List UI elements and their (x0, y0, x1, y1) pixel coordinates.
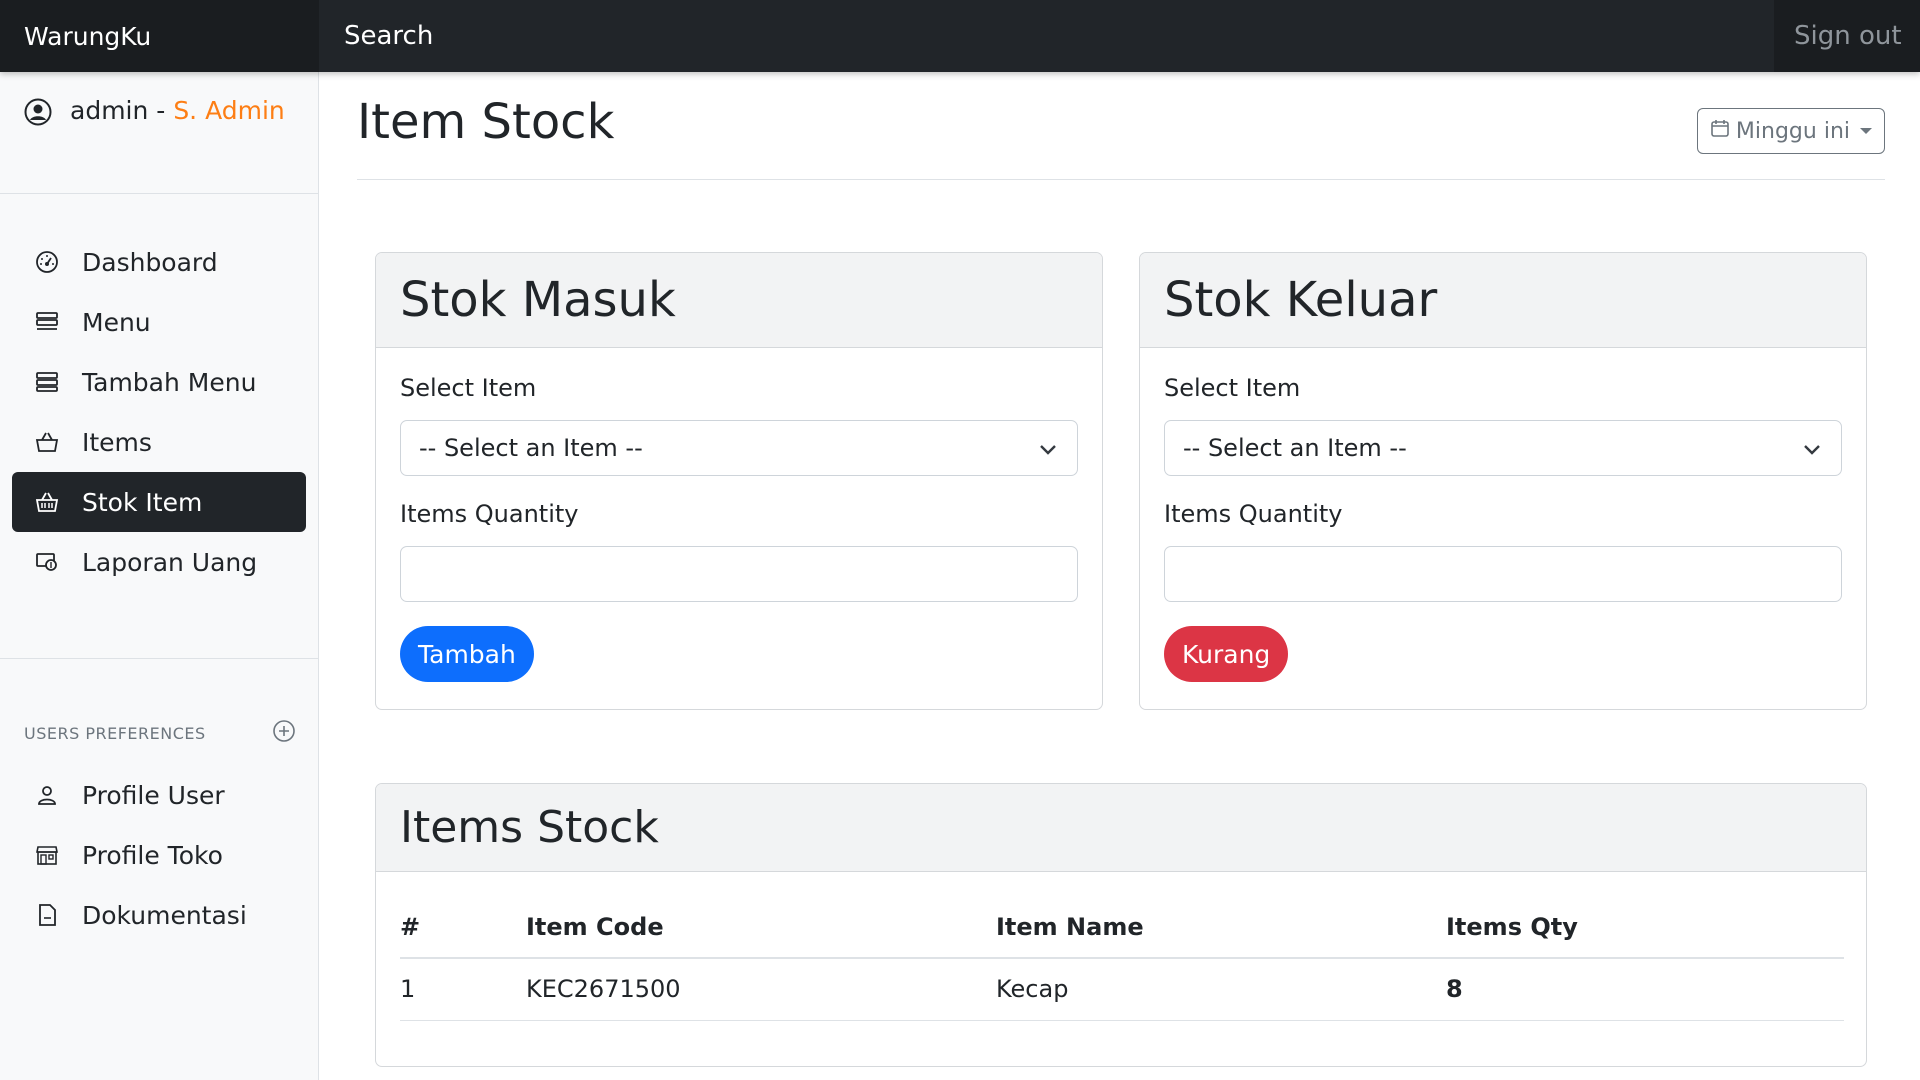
kurang-button[interactable]: Kurang (1164, 626, 1289, 682)
sidebar-item-label: Items (82, 427, 152, 457)
sidebar-item-label: Dashboard (82, 247, 218, 277)
search-input[interactable]: Search (319, 0, 1774, 72)
row-number: 1 (400, 958, 526, 1021)
sidebar-item-dokumentasi[interactable]: Dokumentasi (12, 885, 306, 945)
column-header: # (400, 896, 526, 959)
user-role: S. Admin (173, 96, 285, 125)
item-qty: 8 (1446, 958, 1844, 1021)
stok-keluar-item-select[interactable]: -- Select an Item -- (1164, 420, 1842, 476)
sidebar-item-label: Dokumentasi (82, 900, 247, 930)
period-label: Minggu ini (1735, 118, 1850, 144)
caret-down-icon (1860, 128, 1872, 134)
sign-out-link[interactable]: Sign out (1774, 0, 1920, 72)
stok-keluar-card: Stok Keluar Select Item -- Select an Ite… (1139, 252, 1867, 710)
chevron-down-icon (1803, 434, 1821, 462)
item-name: Kecap (996, 958, 1446, 1021)
sidebar-item-label: Laporan Uang (82, 547, 258, 577)
table-row: 1 KEC2671500 Kecap 8 (400, 958, 1844, 1021)
users-preferences-label: USERS PREFERENCES (24, 723, 206, 743)
sidebar-item-laporan-uang[interactable]: Laporan Uang (12, 532, 306, 592)
period-dropdown-button[interactable]: Minggu ini (1696, 108, 1885, 154)
calendar-icon (1710, 118, 1730, 144)
stok-keluar-quantity-input[interactable] (1164, 546, 1842, 602)
column-header: Item Code (526, 896, 996, 959)
sidebar: admin - S. Admin Dashboard Menu Tambah M… (0, 72, 319, 1080)
sidebar-item-label: Stok Item (82, 487, 203, 517)
document-icon (34, 902, 60, 928)
plus-circle-icon[interactable] (272, 719, 296, 747)
person-icon (34, 782, 60, 808)
sidebar-item-profile-user[interactable]: Profile User (12, 765, 306, 825)
stok-masuk-quantity-input[interactable] (400, 546, 1078, 602)
page-title: Item Stock (357, 94, 615, 150)
sidebar-item-menu[interactable]: Menu (12, 292, 306, 352)
stack-icon (34, 309, 60, 335)
preferences-nav: Profile User Profile Toko Dokumentasi (0, 747, 318, 945)
sidebar-item-label: Tambah Menu (82, 367, 257, 397)
stok-masuk-card: Stok Masuk Select Item -- Select an Item… (375, 252, 1103, 710)
chevron-down-icon (1039, 434, 1057, 462)
brand-logo[interactable]: WarungKu (0, 0, 319, 72)
stock-forms: Stok Masuk Select Item -- Select an Item… (375, 252, 1867, 710)
item-code: KEC2671500 (526, 958, 996, 1021)
sidebar-nav: Dashboard Menu Tambah Menu Items Stok It… (0, 194, 318, 592)
user-circle-icon (24, 98, 52, 132)
user-name: admin - (70, 96, 166, 125)
sidebar-item-profile-toko[interactable]: Profile Toko (12, 825, 306, 885)
sidebar-item-items[interactable]: Items (12, 412, 306, 472)
basket-filled-icon (34, 489, 60, 515)
card-title: Stok Keluar (1140, 253, 1866, 348)
select-item-label: Select Item (400, 374, 537, 402)
shop-icon (34, 842, 60, 868)
users-preferences-heading: USERS PREFERENCES (0, 659, 318, 747)
sidebar-item-dashboard[interactable]: Dashboard (12, 232, 306, 292)
page-header: Item Stock Minggu ini (357, 72, 1885, 180)
sidebar-item-label: Profile User (82, 780, 225, 810)
table-header-row: # Item Code Item Name Items Qty (400, 896, 1844, 959)
select-item-label: Select Item (1164, 374, 1301, 402)
column-header: Items Qty (1446, 896, 1844, 959)
sidebar-item-tambah-menu[interactable]: Tambah Menu (12, 352, 306, 412)
stack-add-icon (34, 369, 60, 395)
select-value: -- Select an Item -- (1183, 434, 1407, 462)
card-title: Stok Masuk (376, 253, 1102, 348)
stok-masuk-item-select[interactable]: -- Select an Item -- (400, 420, 1078, 476)
top-navbar: WarungKu Search Sign out (0, 0, 1920, 72)
tambah-button[interactable]: Tambah (400, 626, 534, 682)
basket-icon (34, 429, 60, 455)
speedometer-icon (34, 249, 60, 275)
items-quantity-label: Items Quantity (400, 500, 579, 528)
select-value: -- Select an Item -- (419, 434, 643, 462)
card-title: Items Stock (376, 784, 1866, 872)
sidebar-item-label: Menu (82, 307, 151, 337)
sidebar-item-label: Profile Toko (82, 840, 223, 870)
main-content: Item Stock Minggu ini Stok Masuk Select … (357, 72, 1885, 1067)
sidebar-item-stok-item[interactable]: Stok Item (12, 472, 306, 532)
column-header: Item Name (996, 896, 1446, 959)
money-icon (34, 549, 60, 575)
items-quantity-label: Items Quantity (1164, 500, 1343, 528)
user-info: admin - S. Admin (0, 72, 318, 194)
items-stock-card: Items Stock # Item Code Item Name Items … (375, 783, 1867, 1067)
items-stock-table: # Item Code Item Name Items Qty 1 KEC267… (400, 896, 1844, 1021)
